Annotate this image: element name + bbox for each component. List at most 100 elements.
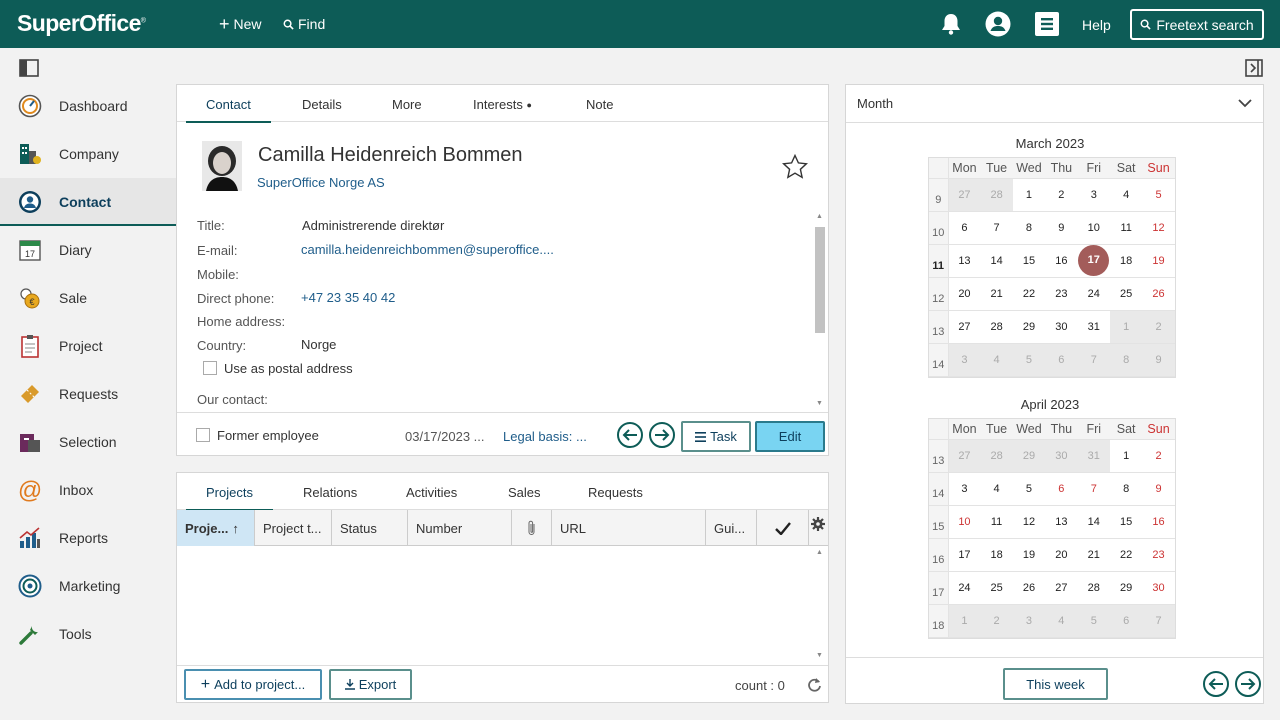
calendar-day[interactable]: 13: [948, 244, 981, 278]
calendar-day[interactable]: 27: [1045, 571, 1078, 605]
calendar-day[interactable]: 2: [1142, 310, 1175, 344]
calendar-day[interactable]: 3: [1012, 604, 1046, 638]
calendar-day-today[interactable]: 17: [1077, 244, 1110, 278]
calendar-day[interactable]: 4: [980, 343, 1013, 377]
favorite-star-icon[interactable]: [782, 154, 808, 179]
tab-interests[interactable]: Interests ●: [473, 97, 532, 112]
calendar-day[interactable]: 26: [1012, 571, 1046, 605]
week-number[interactable]: 10: [929, 211, 949, 245]
column-check[interactable]: [757, 510, 809, 546]
task-button[interactable]: Task: [681, 421, 751, 452]
scroll-thumb[interactable]: [815, 227, 825, 333]
sidebar-item-sale[interactable]: € Sale: [0, 274, 176, 322]
former-employee-checkbox[interactable]: [196, 428, 210, 442]
calendar-day[interactable]: 26: [1142, 277, 1175, 311]
sidebar-item-diary[interactable]: 17 Diary: [0, 226, 176, 274]
direct-phone-link[interactable]: +47 23 35 40 42: [301, 290, 395, 305]
week-number[interactable]: 13: [929, 310, 949, 344]
sidebar-item-requests[interactable]: Requests: [0, 370, 176, 418]
calendar-day[interactable]: 5: [1012, 343, 1046, 377]
tab-sales[interactable]: Sales: [508, 485, 541, 500]
column-url[interactable]: URL: [552, 510, 706, 546]
column-guid[interactable]: Gui...: [706, 510, 757, 546]
calendar-day[interactable]: 16: [1142, 505, 1175, 539]
week-number[interactable]: 17: [929, 571, 949, 605]
week-number[interactable]: 15: [929, 505, 949, 539]
sidebar-item-company[interactable]: Company: [0, 130, 176, 178]
export-button[interactable]: Export: [329, 669, 412, 700]
calendar-day[interactable]: 27: [948, 178, 981, 212]
sidebar-item-inbox[interactable]: @ Inbox: [0, 466, 176, 514]
calendar-day[interactable]: 21: [1077, 538, 1110, 572]
projects-scrollbar[interactable]: ▲ ▼: [814, 549, 826, 662]
calendar-day[interactable]: 6: [1045, 472, 1078, 506]
calendar-day[interactable]: 25: [1109, 277, 1143, 311]
calendar-day[interactable]: 8: [1012, 211, 1046, 245]
calendar-day[interactable]: 25: [980, 571, 1013, 605]
column-project-type[interactable]: Project t...: [255, 510, 332, 546]
calendar-day[interactable]: 13: [1045, 505, 1078, 539]
calendar-day[interactable]: 29: [1012, 439, 1046, 473]
sidebar-item-reports[interactable]: Reports: [0, 514, 176, 562]
column-project-name[interactable]: Proje... ↑: [177, 510, 255, 546]
week-number[interactable]: 14: [929, 343, 949, 377]
sidebar-item-tools[interactable]: Tools: [0, 610, 176, 658]
previous-period-button[interactable]: [1203, 671, 1229, 697]
sidebar-collapse-icon[interactable]: [19, 59, 39, 77]
calendar-day[interactable]: 27: [948, 439, 981, 473]
find-button[interactable]: Find: [283, 16, 325, 32]
calendar-day[interactable]: 21: [980, 277, 1013, 311]
tab-activities[interactable]: Activities: [406, 485, 457, 500]
scroll-down-icon[interactable]: ▼: [816, 652, 823, 659]
column-number[interactable]: Number: [408, 510, 512, 546]
calendar-day[interactable]: 24: [1077, 277, 1110, 311]
sidebar-item-marketing[interactable]: Marketing: [0, 562, 176, 610]
next-period-button[interactable]: [1235, 671, 1261, 697]
contact-scrollbar[interactable]: ▲ ▼: [814, 213, 826, 411]
calendar-day[interactable]: 8: [1109, 472, 1143, 506]
calendar-day[interactable]: 30: [1045, 439, 1078, 473]
new-button[interactable]: + New: [219, 15, 262, 33]
calendar-day[interactable]: 11: [980, 505, 1013, 539]
calendar-day[interactable]: 18: [980, 538, 1013, 572]
email-link[interactable]: camilla.heidenreichbommen@superoffice...…: [301, 242, 554, 257]
tab-projects[interactable]: Projects: [186, 485, 273, 511]
week-number[interactable]: 16: [929, 538, 949, 572]
calendar-day[interactable]: 15: [1109, 505, 1143, 539]
calendar-day[interactable]: 30: [1045, 310, 1078, 344]
tab-requests[interactable]: Requests: [588, 485, 643, 500]
calendar-day[interactable]: 11: [1109, 211, 1143, 245]
calendar-day[interactable]: 6: [1045, 343, 1078, 377]
calendar-day[interactable]: 9: [1142, 472, 1175, 506]
tab-details[interactable]: Details: [302, 97, 342, 112]
sidebar-item-contact[interactable]: Contact: [0, 178, 176, 226]
column-attachment[interactable]: [512, 510, 552, 546]
week-number[interactable]: 18: [929, 604, 949, 638]
column-status[interactable]: Status: [332, 510, 408, 546]
calendar-day[interactable]: 1: [1109, 439, 1143, 473]
calendar-day[interactable]: 17: [948, 538, 981, 572]
calendar-day[interactable]: 7: [1142, 604, 1175, 638]
calendar-day[interactable]: 10: [1077, 211, 1110, 245]
add-to-project-button[interactable]: + Add to project...: [184, 669, 322, 700]
calendar-day[interactable]: 1: [1012, 178, 1046, 212]
calendar-day[interactable]: 28: [980, 439, 1013, 473]
this-week-button[interactable]: This week: [1003, 668, 1108, 700]
freetext-search-button[interactable]: Freetext search: [1130, 9, 1264, 40]
user-profile-icon[interactable]: [985, 11, 1011, 37]
calendar-day[interactable]: 12: [1012, 505, 1046, 539]
app-logo[interactable]: SuperOffice®: [17, 10, 146, 37]
calendar-day[interactable]: 1: [1109, 310, 1143, 344]
calendar-view-selector[interactable]: Month: [846, 85, 1263, 123]
calendar-day[interactable]: 6: [948, 211, 981, 245]
calendar-day[interactable]: 2: [1142, 439, 1175, 473]
calendar-day[interactable]: 8: [1109, 343, 1143, 377]
calendar-day[interactable]: 20: [1045, 538, 1078, 572]
calendar-day[interactable]: 19: [1012, 538, 1046, 572]
calendar-day[interactable]: 7: [1077, 472, 1110, 506]
calendar-day[interactable]: 12: [1142, 211, 1175, 245]
calendar-day[interactable]: 18: [1109, 244, 1143, 278]
tab-contact[interactable]: Contact: [186, 97, 271, 123]
tab-more[interactable]: More: [392, 97, 422, 112]
calendar-day[interactable]: 31: [1077, 310, 1110, 344]
